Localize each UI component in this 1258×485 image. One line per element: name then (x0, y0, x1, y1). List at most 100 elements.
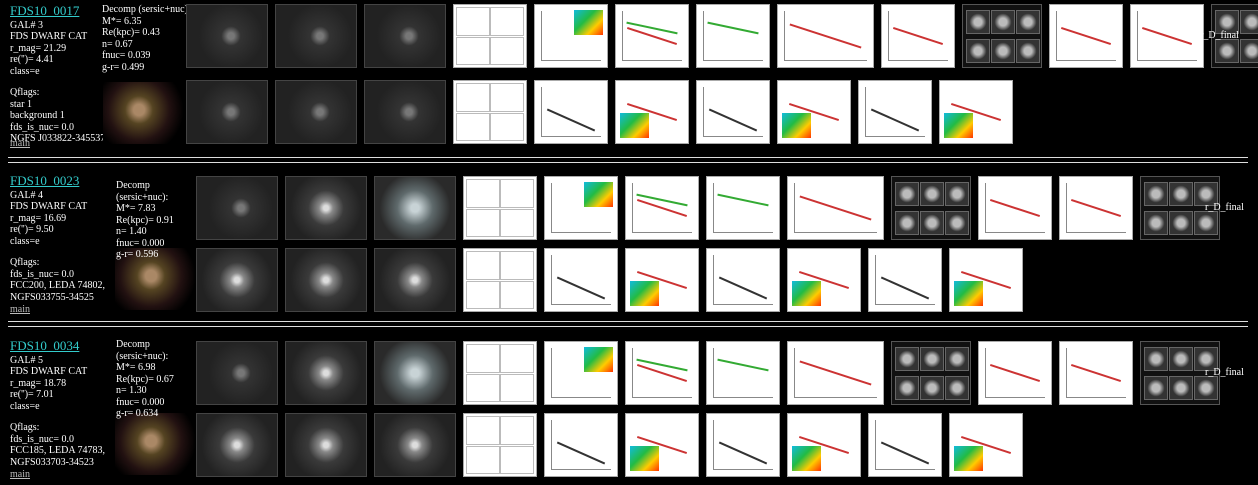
galaxy-id-link[interactable]: FDS10_0034 (10, 338, 105, 354)
image-thumbnail[interactable] (196, 248, 278, 312)
qflags-title: Qflags: (10, 257, 40, 269)
image-thumbnail[interactable] (374, 176, 456, 240)
galaxy-class: class=e (10, 400, 40, 412)
galaxy-id-link[interactable]: FDS10_0017 (10, 3, 105, 19)
image-thumbnail[interactable] (285, 176, 367, 240)
plot-thumbnail[interactable] (939, 80, 1013, 144)
plot-thumbnail[interactable] (949, 248, 1023, 312)
main-link[interactable]: main (10, 138, 30, 150)
plot-thumbnail[interactable] (544, 176, 618, 240)
qflag-item: FCC185, LEDA 74783, (10, 445, 106, 457)
galaxy-class: class=e (10, 235, 40, 247)
image-thumbnail[interactable] (374, 248, 456, 312)
qflag-item: FCC200, LEDA 74802, (10, 280, 106, 292)
plot-thumbnail[interactable] (881, 4, 955, 68)
effective-radius: re('')= 9.50 (10, 224, 54, 236)
r-mag: r_mag= 21.29 (10, 42, 67, 54)
plot-thumbnail[interactable] (615, 80, 689, 144)
image-thumbnail[interactable] (275, 4, 357, 68)
plot-thumbnail[interactable] (463, 176, 537, 240)
plot-thumbnail[interactable] (858, 80, 932, 144)
effective-radius: re('')= 4.41 (10, 54, 54, 66)
image-thumbnail[interactable] (374, 413, 456, 477)
main-link[interactable]: main (10, 469, 30, 481)
plot-thumbnail[interactable] (625, 176, 699, 240)
plot-thumbnail[interactable] (1059, 341, 1133, 405)
image-thumbnail[interactable] (196, 341, 278, 405)
plot-thumbnail[interactable] (787, 341, 884, 405)
thumbnail-row-2 (186, 80, 1013, 144)
plot-thumbnail[interactable] (696, 80, 770, 144)
galaxy-class: class=e (10, 65, 40, 77)
sersic-n: n= 1.40 (116, 226, 147, 237)
panel-thumbnail[interactable] (891, 176, 971, 240)
fnuc: fnuc= 0.039 (102, 50, 151, 61)
panel-thumbnail[interactable] (962, 4, 1042, 68)
plot-thumbnail[interactable] (978, 176, 1052, 240)
plot-thumbnail[interactable] (868, 248, 942, 312)
image-thumbnail[interactable] (364, 4, 446, 68)
image-thumbnail[interactable] (196, 176, 278, 240)
plot-thumbnail[interactable] (453, 80, 527, 144)
re-kpc: Re(kpc)= 0.67 (116, 373, 174, 385)
image-thumbnail[interactable] (186, 80, 268, 144)
plot-thumbnail[interactable] (1059, 176, 1133, 240)
r-mag: r_mag= 16.69 (10, 212, 67, 224)
plot-thumbnail[interactable] (787, 248, 861, 312)
image-thumbnail[interactable] (285, 341, 367, 405)
main-link[interactable]: main (10, 304, 30, 316)
plot-thumbnail[interactable] (696, 4, 770, 68)
plot-thumbnail[interactable] (787, 176, 884, 240)
plot-thumbnail[interactable] (706, 248, 780, 312)
plot-thumbnail[interactable] (1130, 4, 1204, 68)
qflag-item: NGFS033703-34523 (10, 456, 94, 468)
plot-thumbnail[interactable] (463, 413, 537, 477)
fnuc: fnuc= 0.000 (116, 396, 165, 408)
image-thumbnail[interactable] (374, 341, 456, 405)
galaxy-block-3: FDS10_0034 GAL# 5 FDS DWARF CAT r_mag= 1… (0, 335, 1258, 485)
plot-thumbnail[interactable] (706, 341, 780, 405)
plot-thumbnail[interactable] (706, 413, 780, 477)
g-r-color: g-r= 0.596 (116, 249, 159, 260)
panel-thumbnail[interactable] (891, 341, 971, 405)
plot-thumbnail[interactable] (544, 341, 618, 405)
qflag-item: background 1 (10, 110, 65, 122)
decomp-title: Decomp (sersic+nuc): (116, 339, 169, 362)
galaxy-id-link[interactable]: FDS10_0023 (10, 173, 105, 189)
plot-thumbnail[interactable] (706, 176, 780, 240)
separator (8, 157, 1248, 158)
plot-thumbnail[interactable] (544, 248, 618, 312)
plot-thumbnail[interactable] (534, 80, 608, 144)
image-thumbnail[interactable] (275, 80, 357, 144)
galaxy-number: GAL# 4 (10, 189, 44, 201)
plot-thumbnail[interactable] (978, 341, 1052, 405)
row-label: r_D_final (1200, 30, 1239, 41)
plot-thumbnail[interactable] (777, 80, 851, 144)
plot-thumbnail[interactable] (615, 4, 689, 68)
plot-thumbnail[interactable] (1049, 4, 1123, 68)
plot-thumbnail[interactable] (463, 248, 537, 312)
plot-thumbnail[interactable] (949, 413, 1023, 477)
galaxy-block-2: FDS10_0023 GAL# 4 FDS DWARF CAT r_mag= 1… (0, 170, 1258, 320)
image-thumbnail[interactable] (196, 413, 278, 477)
plot-thumbnail[interactable] (453, 4, 527, 68)
thumbnail-row-1 (196, 176, 1220, 240)
image-thumbnail[interactable] (364, 80, 446, 144)
plot-thumbnail[interactable] (787, 413, 861, 477)
rgb-cutout-image[interactable] (115, 413, 195, 475)
image-thumbnail[interactable] (186, 4, 268, 68)
plot-thumbnail[interactable] (625, 248, 699, 312)
plot-thumbnail[interactable] (463, 341, 537, 405)
rgb-cutout-image[interactable] (103, 82, 183, 144)
image-thumbnail[interactable] (285, 248, 367, 312)
plot-thumbnail[interactable] (544, 413, 618, 477)
plot-thumbnail[interactable] (625, 341, 699, 405)
re-kpc: Re(kpc)= 0.91 (116, 214, 174, 226)
plot-thumbnail[interactable] (868, 413, 942, 477)
qflag-item: fds_is_nuc= 0.0 (10, 121, 74, 133)
g-r-color: g-r= 0.499 (102, 61, 145, 73)
image-thumbnail[interactable] (285, 413, 367, 477)
plot-thumbnail[interactable] (777, 4, 874, 68)
plot-thumbnail[interactable] (625, 413, 699, 477)
plot-thumbnail[interactable] (534, 4, 608, 68)
